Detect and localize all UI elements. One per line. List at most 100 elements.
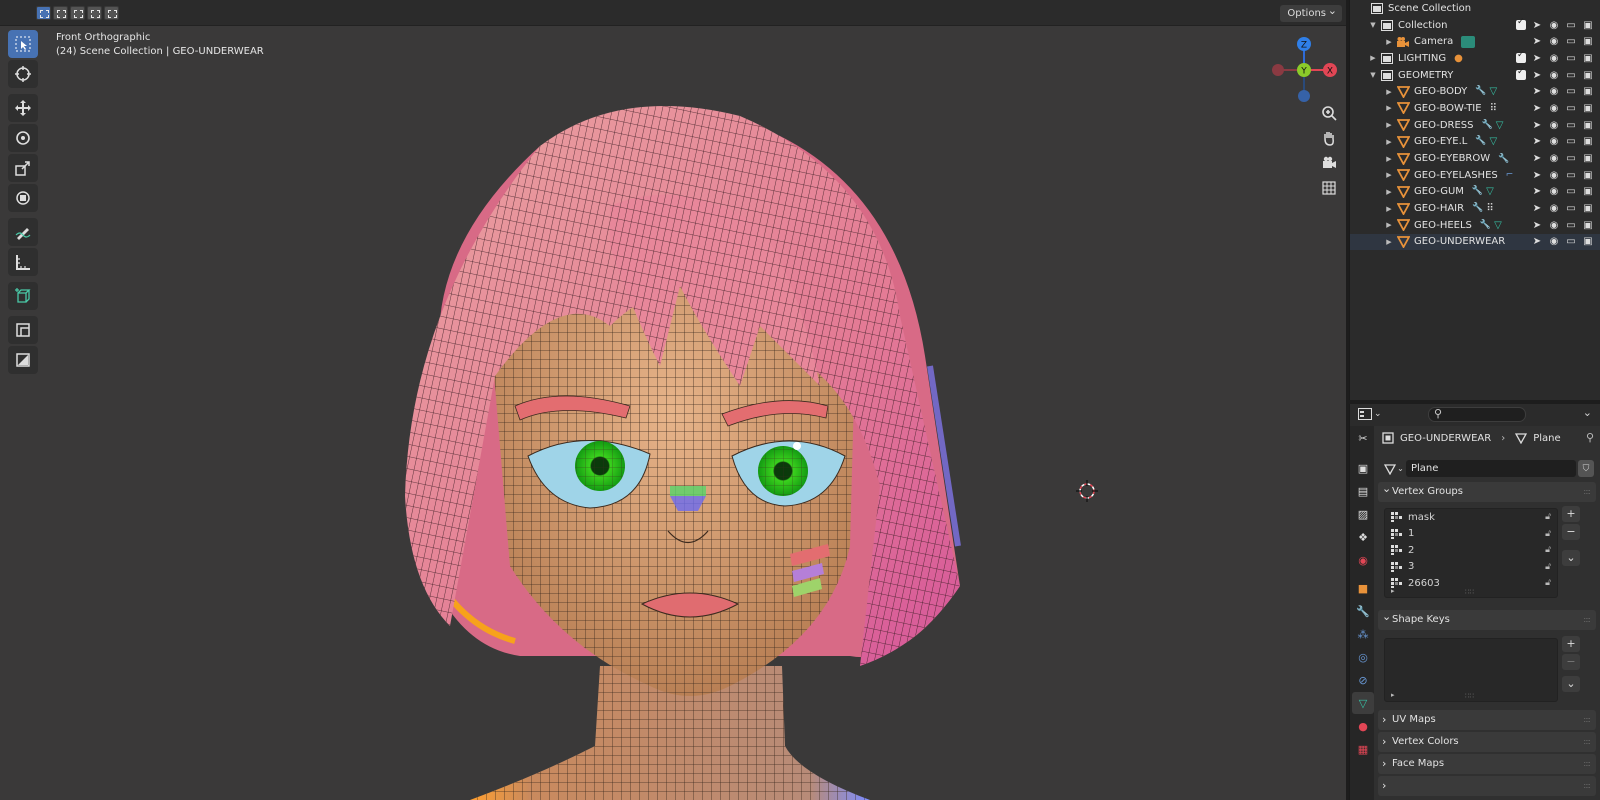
add-shape-key-button[interactable]: + xyxy=(1562,636,1580,652)
outliner-row[interactable]: ▶ Camera ➤ ◉ ▭ ▣ xyxy=(1350,33,1600,50)
select-intersect-icon[interactable] xyxy=(104,6,119,20)
list-resize-grip-icon[interactable]: ∷∷ xyxy=(1465,692,1474,700)
lock-icon[interactable]: 🔓︎ xyxy=(1545,529,1551,539)
viewport-monitor-icon[interactable]: ▭ xyxy=(1565,119,1577,131)
outliner-row[interactable]: ▶ GEO-EYELASHES ⌐ ➤ ◉ ▭ ▣ xyxy=(1350,167,1600,184)
shape-keys-list[interactable]: ▸ ∷∷ xyxy=(1384,638,1558,702)
expand-arrow-icon[interactable]: ▶ xyxy=(1384,221,1394,229)
select-extend-icon[interactable] xyxy=(53,6,68,20)
add-vertex-group-button[interactable]: + xyxy=(1562,506,1580,522)
render-camera-icon[interactable]: ▣ xyxy=(1582,19,1594,31)
tab-modifiers[interactable]: 🔧 xyxy=(1352,600,1374,622)
select-box-icon[interactable] xyxy=(36,6,51,20)
tab-world[interactable]: ◉ xyxy=(1352,549,1374,571)
3d-viewport[interactable]: Options Front Orthographic (24) Scene Co… xyxy=(0,0,1346,800)
outliner-row[interactable]: ▶ GEO-DRESS 🔧 ▽ ➤ ◉ ▭ ▣ xyxy=(1350,117,1600,134)
list-expand-icon[interactable]: ▸ xyxy=(1391,691,1395,699)
vertex-group-specials-button[interactable]: ⌄ xyxy=(1562,550,1580,566)
render-camera-icon[interactable]: ▣ xyxy=(1582,236,1594,248)
select-invert-icon[interactable] xyxy=(87,6,102,20)
shape-key-specials-button[interactable]: ⌄ xyxy=(1562,676,1580,692)
chevron-down-icon[interactable]: ⌄ xyxy=(1583,406,1592,419)
selectable-arrow-icon[interactable]: ➤ xyxy=(1531,186,1543,198)
lock-icon[interactable]: 🔓︎ xyxy=(1545,545,1551,555)
tab-object[interactable]: ■ xyxy=(1352,577,1374,599)
visibility-eye-icon[interactable]: ◉ xyxy=(1548,69,1560,81)
camera-view-icon[interactable] xyxy=(1318,152,1340,174)
render-camera-icon[interactable]: ▣ xyxy=(1582,219,1594,231)
tab-texture[interactable]: ▦ xyxy=(1352,738,1374,760)
selectable-arrow-icon[interactable]: ➤ xyxy=(1531,136,1543,148)
selectable-arrow-icon[interactable]: ➤ xyxy=(1531,102,1543,114)
expand-arrow-icon[interactable]: ▶ xyxy=(1384,88,1394,96)
measure-tool-button[interactable] xyxy=(8,248,38,276)
render-camera-icon[interactable]: ▣ xyxy=(1582,36,1594,48)
selectable-arrow-icon[interactable]: ➤ xyxy=(1531,19,1543,31)
outliner-row[interactable]: ▼ GEOMETRY ➤ ◉ ▭ ▣ xyxy=(1350,67,1600,84)
visibility-eye-icon[interactable]: ◉ xyxy=(1548,19,1560,31)
zoom-icon[interactable] xyxy=(1318,102,1340,124)
mesh-data-icon[interactable]: ▽ xyxy=(1494,220,1502,231)
pin-icon[interactable]: ⚲ xyxy=(1586,431,1594,444)
selectable-arrow-icon[interactable]: ➤ xyxy=(1531,69,1543,81)
mesh-data-icon[interactable]: ▽ xyxy=(1486,186,1494,197)
extrude-tool-button[interactable] xyxy=(8,316,38,344)
outliner-row[interactable]: ▶ GEO-GUM 🔧 ▽ ➤ ◉ ▭ ▣ xyxy=(1350,184,1600,201)
more-panel-header[interactable] xyxy=(1378,776,1596,796)
tab-scene[interactable]: ❖ xyxy=(1352,526,1374,548)
selectable-arrow-icon[interactable]: ➤ xyxy=(1531,86,1543,98)
tab-physics[interactable]: ◎ xyxy=(1352,646,1374,668)
expand-arrow-icon[interactable]: ▶ xyxy=(1384,188,1394,196)
camera-data-icon[interactable] xyxy=(1461,35,1476,48)
viewport-monitor-icon[interactable]: ▭ xyxy=(1565,153,1577,165)
outliner-root-row[interactable]: Scene Collection xyxy=(1350,0,1600,17)
mesh-browse-dropdown[interactable]: ⌄ xyxy=(1382,460,1406,477)
ortho-grid-icon[interactable] xyxy=(1318,177,1340,199)
vertex-group-icon[interactable]: ⠿ xyxy=(1490,103,1497,114)
wrench-icon[interactable]: 🔧 xyxy=(1475,86,1486,97)
fake-user-shield-icon[interactable]: ⛉ xyxy=(1578,460,1594,477)
outliner-row[interactable]: ▶ LIGHTING ● ➤ ◉ ▭ ▣ xyxy=(1350,50,1600,67)
rotate-tool-button[interactable] xyxy=(8,124,38,152)
expand-arrow-icon[interactable]: ▶ xyxy=(1384,171,1394,179)
viewport-monitor-icon[interactable]: ▭ xyxy=(1565,219,1577,231)
move-tool-button[interactable] xyxy=(8,94,38,122)
exclude-checkbox[interactable] xyxy=(1516,67,1526,81)
render-camera-icon[interactable]: ▣ xyxy=(1582,102,1594,114)
tab-view-layer[interactable]: ▨ xyxy=(1352,503,1374,525)
select-subtract-icon[interactable] xyxy=(70,6,85,20)
wrench-icon[interactable]: 🔧 xyxy=(1480,220,1491,231)
viewport-monitor-icon[interactable]: ▭ xyxy=(1565,203,1577,215)
inset-tool-button[interactable] xyxy=(8,346,38,374)
selectable-arrow-icon[interactable]: ➤ xyxy=(1531,36,1543,48)
lock-icon[interactable]: 🔓︎ xyxy=(1545,512,1551,522)
tab-output[interactable]: ▤ xyxy=(1352,480,1374,502)
outliner-row[interactable]: ▶ GEO-HAIR 🔧 ⠿ ➤ ◉ ▭ ▣ xyxy=(1350,200,1600,217)
expand-arrow-icon[interactable]: ▶ xyxy=(1384,138,1394,146)
list-resize-grip-icon[interactable]: ∷∷ xyxy=(1465,588,1474,596)
annotate-tool-button[interactable] xyxy=(8,218,38,246)
vertex-groups-list[interactable]: mask 🔓︎ 1 🔓︎ 2 🔓︎ 3 🔓︎ 26603 🔓︎ ▸ ∷∷ xyxy=(1384,508,1558,598)
viewport-monitor-icon[interactable]: ▭ xyxy=(1565,169,1577,181)
viewport-monitor-icon[interactable]: ▭ xyxy=(1565,102,1577,114)
lock-icon[interactable]: 🔓︎ xyxy=(1545,562,1551,572)
tab-material[interactable]: ● xyxy=(1352,715,1374,737)
viewport-monitor-icon[interactable]: ▭ xyxy=(1565,19,1577,31)
pan-hand-icon[interactable] xyxy=(1318,127,1340,149)
shape-keys-panel-header[interactable]: Shape Keys xyxy=(1378,607,1596,630)
visibility-eye-icon[interactable]: ◉ xyxy=(1548,186,1560,198)
mesh-data-icon[interactable]: ▽ xyxy=(1490,86,1498,97)
uv-maps-panel-header[interactable]: UV Maps xyxy=(1378,710,1596,730)
visibility-eye-icon[interactable]: ◉ xyxy=(1548,36,1560,48)
selectable-arrow-icon[interactable]: ➤ xyxy=(1531,169,1543,181)
render-camera-icon[interactable]: ▣ xyxy=(1582,186,1594,198)
visibility-eye-icon[interactable]: ◉ xyxy=(1548,136,1560,148)
selectable-arrow-icon[interactable]: ➤ xyxy=(1531,52,1543,64)
tab-object-data[interactable]: ▽ xyxy=(1352,692,1374,714)
vertex-group-icon[interactable]: ⠿ xyxy=(1486,203,1493,214)
render-camera-icon[interactable]: ▣ xyxy=(1582,69,1594,81)
viewport-monitor-icon[interactable]: ▭ xyxy=(1565,86,1577,98)
render-camera-icon[interactable]: ▣ xyxy=(1582,136,1594,148)
tab-render[interactable]: ▣ xyxy=(1352,457,1374,479)
outliner-row[interactable]: ▶ GEO-BOW-TIE ⠿ ➤ ◉ ▭ ▣ xyxy=(1350,100,1600,117)
